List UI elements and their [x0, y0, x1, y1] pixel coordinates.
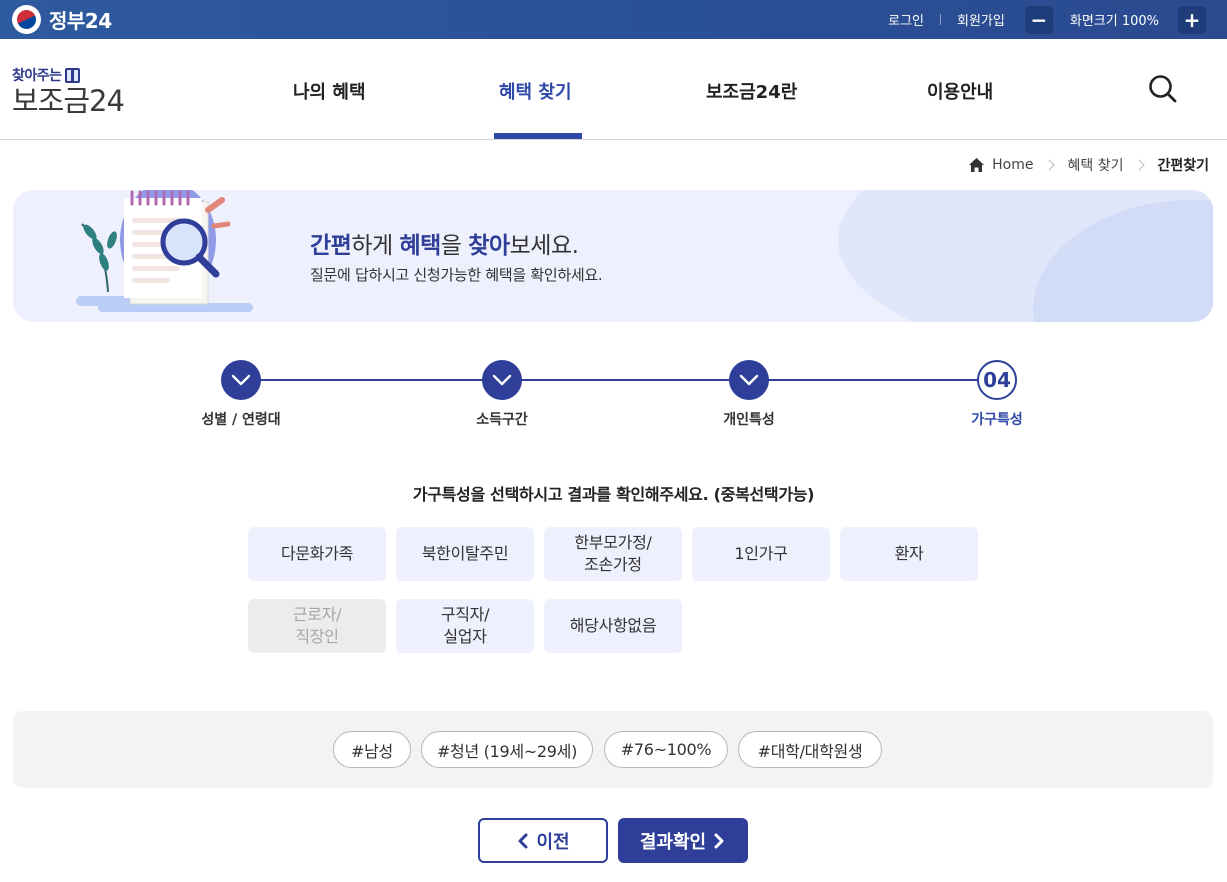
chevron-left-icon — [518, 833, 528, 848]
step-4-label: 가구특성 — [971, 412, 1023, 428]
banner-title-text: 하게 — [351, 233, 400, 259]
zoom-out-button[interactable]: − — [1024, 5, 1053, 34]
tag-personal-trait: #대학/대학원생 — [738, 731, 882, 768]
step-3-done-indicator — [729, 360, 769, 400]
zoom-in-button[interactable]: + — [1178, 5, 1206, 34]
option-job-seeker[interactable]: 구직자/ 실업자 — [396, 599, 534, 653]
selected-tags-panel: #남성 #청년 (19세~29세) #76~100% #대학/대학원생 — [13, 711, 1213, 788]
brand-name: 보조금24 — [12, 84, 125, 118]
banner-title-emph: 간편 — [310, 233, 352, 259]
breadcrumb-find-benefits[interactable]: 혜택 찾기 — [1067, 155, 1123, 175]
tag-income-range: #76~100% — [604, 731, 728, 768]
step-1-done-indicator — [221, 360, 261, 400]
chevron-right-icon — [1133, 159, 1146, 171]
site-header: 찾아주는 보조금24 나의 혜택 혜택 찾기 보조금24란 이용안내 — [0, 39, 1227, 140]
step-4-current-indicator: 04 — [977, 360, 1017, 400]
option-single-person-household[interactable]: 1인가구 — [692, 527, 830, 581]
home-icon — [969, 158, 985, 172]
progress-steps: 성별 / 연령대 소득구간 개인특성 04 가구특성 — [0, 340, 1227, 440]
check-icon — [739, 374, 759, 386]
step-2-label: 소득구간 — [476, 412, 528, 428]
nav-about-bojogeum24[interactable]: 보조금24란 — [706, 78, 797, 104]
step-1-label: 성별 / 연령대 — [201, 412, 281, 428]
option-worker-disabled: 근로자/ 직장인 — [248, 599, 386, 653]
banner-title-emph: 찾아 — [468, 233, 510, 259]
banner-subtitle: 질문에 답하시고 신청가능한 혜택을 확인하세요. — [310, 266, 603, 284]
question-text: 가구특성을 선택하시고 결과를 확인해주세요. (중복선택가능) — [412, 485, 815, 504]
divider — [940, 14, 942, 25]
breadcrumb-current: 간편찾기 — [1157, 158, 1209, 174]
option-patient[interactable]: 환자 — [840, 527, 978, 581]
breadcrumb: Home 혜택 찾기 간편찾기 — [969, 155, 1209, 175]
banner-title-text: 을 — [440, 233, 469, 259]
gift-icon — [64, 67, 80, 83]
breadcrumb-home[interactable]: Home — [992, 157, 1033, 173]
view-results-button[interactable]: 결과확인 — [618, 818, 748, 863]
check-icon — [231, 374, 251, 386]
utility-menu: 로그인 회원가입 − 화면크기 100% + — [888, 0, 1227, 39]
banner-title-text: 보세요. — [509, 233, 579, 259]
banner-title: 간편하게 혜택을 찾아보세요. — [310, 226, 579, 260]
tag-gender: #남성 — [333, 731, 411, 768]
brand-tagline: 찾아주는 — [12, 68, 62, 84]
brand-tagline-row: 찾아주는 — [12, 65, 142, 85]
page-banner: 간편하게 혜택을 찾아보세요. 질문에 답하시고 신청가능한 혜택을 확인하세요… — [13, 190, 1213, 322]
gov-top-bar: 정부24 로그인 회원가입 − 화면크기 100% + — [0, 0, 1227, 39]
taegeuk-emblem-icon — [12, 5, 41, 34]
search-icon[interactable] — [1148, 74, 1177, 103]
gov24-site-name: 정부24 — [49, 9, 112, 33]
step-2-done-indicator — [482, 360, 522, 400]
bojogeum24-logo[interactable]: 찾아주는 보조금24 — [12, 65, 142, 117]
option-multicultural-family[interactable]: 다문화가족 — [248, 527, 386, 581]
tag-age-group: #청년 (19세~29세) — [421, 731, 593, 768]
chevron-right-icon — [1043, 159, 1056, 171]
option-north-korean-defector[interactable]: 북한이탈주민 — [396, 527, 534, 581]
nav-my-benefits[interactable]: 나의 혜택 — [293, 78, 366, 104]
chevron-right-icon — [714, 833, 724, 848]
signup-link[interactable]: 회원가입 — [957, 10, 1005, 29]
option-none-applicable[interactable]: 해당사항없음 — [544, 599, 682, 653]
prev-button[interactable]: 이전 — [478, 818, 608, 863]
nav-guide[interactable]: 이용안내 — [927, 78, 993, 104]
zoom-level-label: 화면크기 100% — [1069, 14, 1159, 29]
progress-line — [241, 379, 997, 381]
option-single-parent-family[interactable]: 한부모가정/ 조손가정 — [544, 527, 682, 581]
step-3-label: 개인특성 — [723, 412, 775, 428]
document-magnifier-illustration — [76, 190, 253, 312]
login-link[interactable]: 로그인 — [888, 10, 924, 29]
view-results-button-label: 결과확인 — [639, 831, 707, 853]
nav-find-benefits[interactable]: 혜택 찾기 — [499, 78, 572, 104]
prev-button-label: 이전 — [536, 831, 570, 853]
banner-title-emph: 혜택 — [399, 233, 441, 259]
nav-active-indicator — [494, 133, 582, 139]
gov24-logo[interactable]: 정부24 — [12, 5, 112, 34]
check-icon — [492, 374, 512, 386]
